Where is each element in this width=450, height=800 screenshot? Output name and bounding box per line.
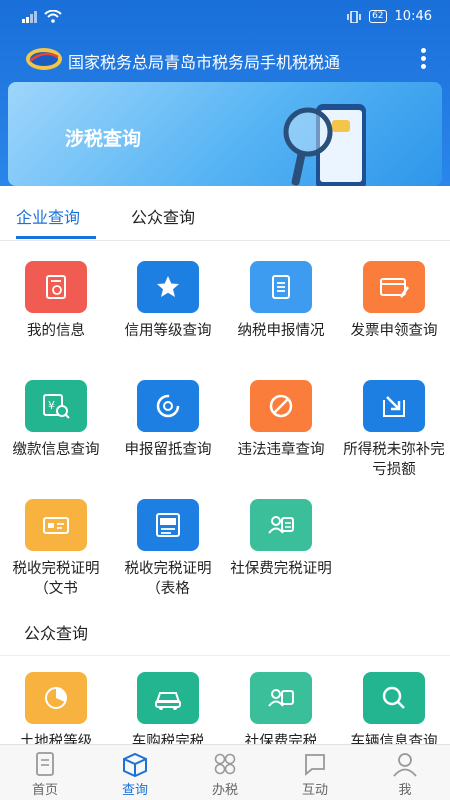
clock: 10:46: [394, 9, 432, 24]
battery-level: 62: [369, 10, 387, 23]
grid-item-tax-filing-status[interactable]: 纳税申报情况: [225, 261, 337, 361]
wifi-icon: [44, 10, 62, 23]
query-tabs: 企业查询 公众查询: [0, 188, 450, 241]
banner: 涉税查询: [8, 82, 442, 186]
nav-interaction[interactable]: 互动: [270, 745, 360, 800]
app-bar: 国家税务总局青岛市税务局手机税税通: [0, 40, 450, 80]
grid-item-label: 社保费完税证明: [230, 561, 332, 577]
yen-search-icon: ¥: [25, 380, 87, 432]
chat-icon: [305, 754, 325, 776]
app-title: 国家税务总局青岛市税务局手机税税通: [68, 53, 341, 72]
grid-item-label: 所得税未弥补完亏损额: [343, 442, 445, 478]
grid-item-label: 发票申领查询: [350, 323, 438, 339]
svg-text:¥: ¥: [48, 399, 55, 412]
nav-label: 首页: [31, 783, 58, 798]
more-menu-icon[interactable]: [418, 48, 428, 72]
grid-item-label: 纳税申报情况: [237, 323, 325, 339]
nav-me[interactable]: 我: [360, 745, 450, 800]
box-icon: [123, 752, 147, 777]
banner-title: 涉税查询: [65, 128, 142, 150]
grid-item-label: 信用等级查询: [124, 323, 212, 339]
nav-label: 互动: [301, 783, 328, 798]
signal-icon: [22, 10, 37, 23]
grid-item-label: 违法违章查询: [237, 442, 325, 458]
invoice-card-icon: [363, 261, 425, 313]
grid-item-my-info[interactable]: 我的信息: [0, 261, 112, 361]
vibrate-icon: [347, 10, 361, 23]
phone-magnifier-illustration: [283, 104, 366, 186]
home-doc-icon: [36, 752, 54, 776]
grid-item-label: 税收完税证明（表格: [124, 561, 212, 597]
nav-label: 办税: [211, 783, 238, 798]
car-icon: [137, 672, 199, 724]
grid-item-label: 申报留抵查询: [124, 442, 212, 458]
arrow-down-right-icon: [363, 380, 425, 432]
grid-item-violation-query[interactable]: 违法违章查询: [225, 380, 337, 480]
list-doc-icon: [250, 261, 312, 313]
social-insurance-icon: [250, 672, 312, 724]
grid-item-invoice-application[interactable]: 发票申领查询: [338, 261, 450, 361]
nav-tax-service[interactable]: 办税: [180, 745, 270, 800]
certificate-card-icon: [25, 499, 87, 551]
grid-item-label: 我的信息: [27, 323, 85, 339]
pie-chart-icon: [25, 672, 87, 724]
tab-enterprise-query[interactable]: 企业查询: [16, 204, 80, 228]
status-bar: 62 10:46: [0, 0, 450, 36]
status-left: [22, 10, 62, 23]
status-right: 62 10:46: [347, 9, 432, 24]
search-icon: [363, 672, 425, 724]
grid-item-payment-info[interactable]: ¥ 缴款信息查询: [0, 380, 112, 480]
grid-icon: [214, 753, 236, 775]
refresh-circle-icon: [137, 380, 199, 432]
prohibited-icon: [250, 380, 312, 432]
tax-logo-icon: [26, 48, 62, 70]
grid-item-label: 缴款信息查询: [12, 442, 100, 458]
nav-label: 查询: [121, 783, 148, 798]
tab-public-query[interactable]: 公众查询: [131, 204, 195, 228]
tax-paid-doc-icon: [137, 499, 199, 551]
nav-label: 我: [398, 783, 412, 798]
user-icon: [393, 753, 417, 777]
grid-item-label: 税收完税证明（文书: [12, 561, 100, 597]
info-doc-icon: [25, 261, 87, 313]
grid-item-social-insurance-certificate[interactable]: 社保费完税证明: [225, 499, 337, 599]
bottom-navigation: 首页 查询 办税 互动 我: [0, 744, 450, 800]
grid-item-tax-certificate-form[interactable]: 税收完税证明（表格: [112, 499, 224, 599]
section-divider: [0, 655, 450, 656]
star-icon: [137, 261, 199, 313]
nav-query[interactable]: 查询: [90, 745, 180, 800]
grid-item-credit-retention[interactable]: 申报留抵查询: [112, 380, 224, 480]
social-insurance-icon: [250, 499, 312, 551]
grid-item-credit-rating[interactable]: 信用等级查询: [112, 261, 224, 361]
nav-home[interactable]: 首页: [0, 745, 90, 800]
active-tab-indicator: [16, 236, 96, 239]
grid-item-tax-certificate-document[interactable]: 税收完税证明（文书: [0, 499, 112, 599]
public-section-title: 公众查询: [24, 624, 89, 643]
grid-item-uncovered-loss[interactable]: 所得税未弥补完亏损额: [338, 380, 450, 480]
